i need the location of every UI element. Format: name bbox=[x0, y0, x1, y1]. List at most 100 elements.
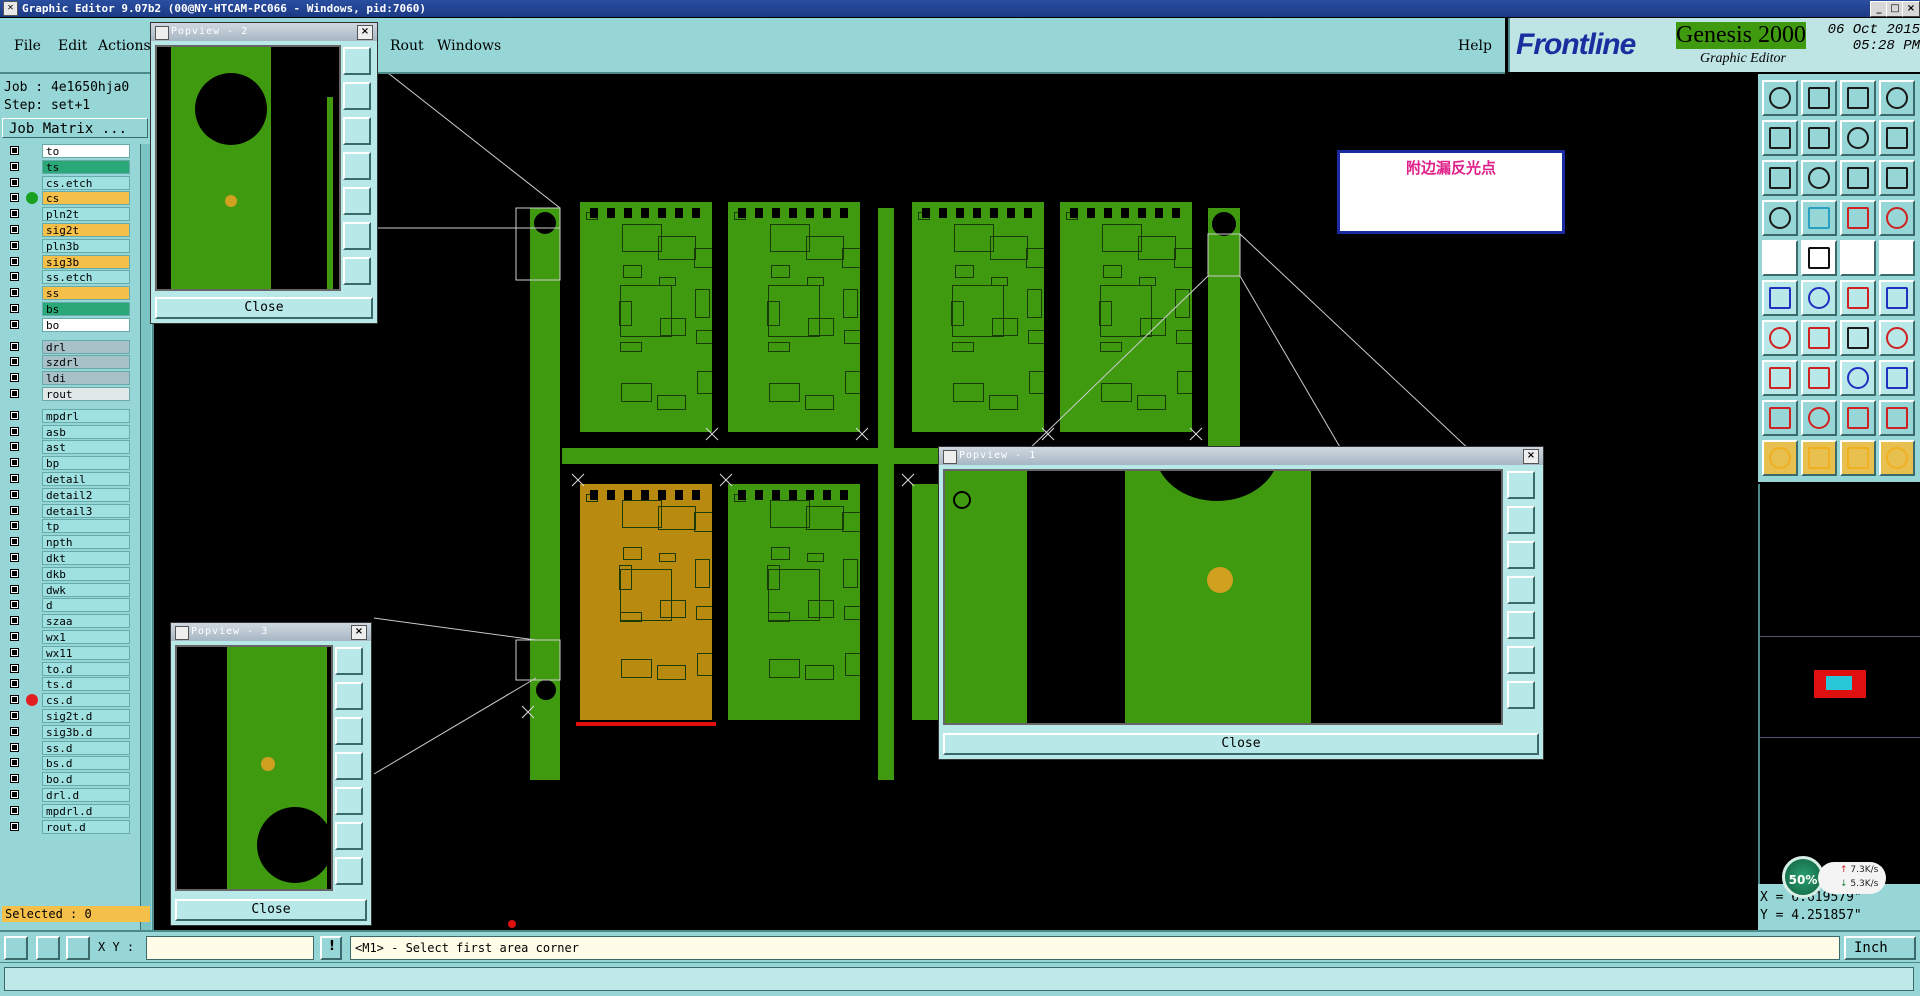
layer-row[interactable]: rout bbox=[8, 387, 130, 401]
layer-checkbox[interactable] bbox=[10, 146, 19, 155]
layer-name[interactable]: sig3b bbox=[42, 254, 130, 269]
layer-name[interactable]: detail2 bbox=[42, 487, 130, 502]
popview-2-viewport[interactable] bbox=[155, 45, 341, 291]
popview-3-viewport[interactable] bbox=[175, 645, 333, 891]
popview-3-close-icon[interactable]: × bbox=[351, 625, 367, 640]
job-matrix-button[interactable]: Job Matrix ... bbox=[2, 118, 148, 138]
layer-row[interactable]: ast bbox=[8, 440, 130, 455]
layer-row[interactable]: sig2t bbox=[8, 223, 130, 237]
layer-name[interactable]: drl.d bbox=[42, 788, 130, 802]
popview-2-close-button[interactable]: Close bbox=[155, 297, 373, 319]
layer-checkbox[interactable] bbox=[10, 225, 19, 234]
menu-file[interactable]: File bbox=[14, 38, 41, 54]
shape-tool-button[interactable] bbox=[1762, 360, 1798, 396]
layer-checkbox[interactable] bbox=[10, 742, 19, 752]
layer-name[interactable]: sig2t bbox=[42, 223, 130, 237]
layer-checkbox[interactable] bbox=[10, 726, 19, 736]
layer-checkbox[interactable] bbox=[10, 695, 19, 705]
popview-tool-button[interactable] bbox=[343, 47, 371, 75]
layer-row[interactable]: dwk bbox=[8, 582, 130, 597]
layer-row[interactable]: asb bbox=[8, 424, 130, 439]
layer-row[interactable]: drl.d bbox=[8, 788, 130, 802]
layer-row[interactable]: ts bbox=[8, 159, 130, 174]
layer-row[interactable]: pln2t bbox=[8, 207, 130, 222]
layer-name[interactable]: mpdrl bbox=[42, 408, 130, 423]
layer-name[interactable]: szdrl bbox=[42, 355, 130, 370]
layer-name[interactable]: detail3 bbox=[42, 503, 130, 518]
popview-tool-button[interactable] bbox=[1507, 576, 1535, 604]
layer-name[interactable]: szaa bbox=[42, 614, 130, 629]
popview-tool-button[interactable] bbox=[343, 222, 371, 250]
next-tool-button[interactable] bbox=[1801, 120, 1837, 156]
layer-row[interactable]: ldi bbox=[8, 371, 130, 386]
overview-panel[interactable] bbox=[1758, 484, 1920, 884]
layer-name[interactable]: npth bbox=[42, 535, 130, 550]
layer-name[interactable]: cs.d bbox=[42, 693, 130, 708]
layer-checkbox[interactable] bbox=[10, 647, 19, 657]
dot-tool-button[interactable] bbox=[1879, 240, 1915, 276]
snap-tool-button[interactable] bbox=[4, 936, 28, 960]
layer-checkbox[interactable] bbox=[10, 373, 19, 383]
layer-name[interactable]: dwk bbox=[42, 582, 130, 597]
layer-checkbox[interactable] bbox=[10, 711, 19, 720]
layer-row[interactable]: rout.d bbox=[8, 819, 130, 834]
layer-name[interactable]: pln2t bbox=[42, 207, 130, 222]
scale-tool-button[interactable] bbox=[1840, 160, 1876, 196]
layer-row[interactable]: bo.d bbox=[8, 772, 130, 787]
measure-tool-button[interactable] bbox=[36, 936, 60, 960]
grid-tool-button[interactable] bbox=[66, 936, 90, 960]
layer-row[interactable]: detail3 bbox=[8, 503, 130, 518]
layer-checkbox[interactable] bbox=[10, 774, 19, 784]
layer-row[interactable]: wx11 bbox=[8, 645, 130, 660]
layer-row[interactable]: sig3b bbox=[8, 254, 130, 269]
layer-row[interactable]: drl bbox=[8, 339, 130, 354]
layer-checkbox[interactable] bbox=[10, 505, 19, 515]
layer-checkbox[interactable] bbox=[10, 632, 19, 641]
step-tool-button[interactable] bbox=[1840, 120, 1876, 156]
layer-checkbox[interactable] bbox=[10, 616, 19, 626]
split-tool-button[interactable] bbox=[1879, 280, 1915, 316]
cross-tool-button[interactable] bbox=[1801, 280, 1837, 316]
layer-checkbox[interactable] bbox=[10, 193, 19, 203]
layer-name[interactable]: bs.d bbox=[42, 756, 130, 771]
layer-checkbox[interactable] bbox=[10, 304, 19, 313]
popview-tool-button[interactable] bbox=[335, 787, 363, 815]
layer-name[interactable]: ss.d bbox=[42, 740, 130, 755]
popview-tool-button[interactable] bbox=[335, 717, 363, 745]
layer-checkbox[interactable] bbox=[10, 584, 19, 594]
save-tool-button[interactable] bbox=[1801, 80, 1837, 116]
layer-row[interactable]: bs bbox=[8, 302, 130, 316]
layer-row[interactable]: d bbox=[8, 598, 130, 613]
layer-name[interactable]: rout.d bbox=[42, 819, 130, 834]
fit-tool-button[interactable] bbox=[1762, 160, 1798, 196]
ruler-tool-button[interactable] bbox=[1840, 200, 1876, 236]
minus-tool-button[interactable] bbox=[1801, 360, 1837, 396]
layer-checkbox[interactable] bbox=[10, 341, 19, 351]
layer-name[interactable]: bo.d bbox=[42, 772, 130, 787]
layer-row[interactable]: ss.d bbox=[8, 740, 130, 755]
popview-tool-button[interactable] bbox=[335, 822, 363, 850]
layer-checkbox[interactable] bbox=[10, 288, 19, 298]
layer-checkbox[interactable] bbox=[10, 458, 19, 468]
layer-checkbox[interactable] bbox=[10, 177, 19, 187]
layer-checkbox[interactable] bbox=[10, 537, 19, 547]
prev-tool-button[interactable] bbox=[1762, 120, 1798, 156]
layer-row[interactable]: dkb bbox=[8, 566, 130, 581]
layer-name[interactable]: d bbox=[42, 598, 130, 613]
layer-row[interactable]: bp bbox=[8, 456, 130, 471]
layer-row[interactable]: szdrl bbox=[8, 355, 130, 370]
layer-row[interactable]: bs.d bbox=[8, 756, 130, 771]
layer-checkbox[interactable] bbox=[10, 161, 19, 171]
pointer4-tool-button[interactable] bbox=[1879, 440, 1915, 476]
angle-tool-button[interactable] bbox=[1762, 320, 1798, 356]
layer-name[interactable]: sig2t.d bbox=[42, 709, 130, 723]
layer-name[interactable]: ss.etch bbox=[42, 270, 130, 285]
layer-checkbox[interactable] bbox=[10, 209, 19, 219]
layer-checkbox[interactable] bbox=[10, 679, 19, 689]
popview-2-titlebar[interactable]: Popview - 2 bbox=[151, 23, 377, 41]
layer-name[interactable]: sig3b.d bbox=[42, 724, 130, 739]
popview-tool-button[interactable] bbox=[343, 187, 371, 215]
layer-row[interactable]: szaa bbox=[8, 614, 130, 629]
layer-name[interactable]: tp bbox=[42, 519, 130, 534]
layer-name[interactable]: cs.etch bbox=[42, 175, 130, 190]
